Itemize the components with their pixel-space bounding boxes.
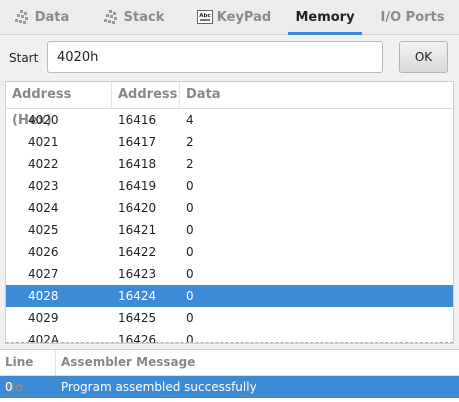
table-row[interactable]: 4020 16416 4 — [6, 109, 453, 131]
table-row[interactable]: 4026 16422 0 — [6, 241, 453, 263]
tab-keypad[interactable]: Abc KeyPad — [184, 0, 284, 34]
cell-address-hex: 4022 — [28, 157, 59, 171]
cell-data: 0 — [186, 289, 194, 303]
cell-data: 0 — [186, 245, 194, 259]
tab-stack[interactable]: Stack — [84, 0, 184, 34]
table-row[interactable]: 4023 16419 0 — [6, 175, 453, 197]
message-row-selected[interactable]: 0 Program assembled successfully — [0, 376, 459, 398]
cell-address-hex: 4027 — [28, 267, 59, 281]
cell-address-hex: 4021 — [28, 135, 59, 149]
tab-label: Memory — [295, 9, 355, 25]
column-header-address-hex[interactable]: Address (Hex) — [6, 82, 112, 128]
grid-dots-icon — [103, 10, 120, 24]
start-address-input[interactable] — [47, 41, 383, 73]
cell-address-hex: 4023 — [28, 179, 59, 193]
cell-address-hex: 4028 — [28, 289, 59, 303]
column-header-assembler-message[interactable]: Assembler Message — [56, 350, 459, 375]
tab-label: KeyPad — [216, 9, 272, 25]
cell-data: 2 — [186, 157, 194, 171]
memory-table[interactable]: Address (Hex) Address Data 4020 16416 4 … — [5, 81, 454, 344]
cell-address: 16422 — [118, 245, 157, 259]
cell-message: Program assembled successfully — [61, 380, 257, 394]
cell-data: 4 — [186, 113, 194, 127]
tab-memory[interactable]: Memory — [284, 0, 366, 35]
memory-table-header: Address (Hex) Address Data — [6, 82, 453, 128]
cell-data: 2 — [186, 135, 194, 149]
cell-address: 16418 — [118, 157, 157, 171]
table-row[interactable]: 4029 16425 0 — [6, 307, 453, 329]
ok-button[interactable]: OK — [399, 41, 448, 73]
message-table-header: Line No Assembler Message — [0, 350, 459, 394]
cell-address: 16420 — [118, 201, 157, 215]
cell-data: 0 — [186, 223, 194, 237]
table-row[interactable]: 4022 16418 2 — [6, 153, 453, 175]
tab-data[interactable]: Data — [0, 0, 84, 34]
cell-address: 16425 — [118, 311, 157, 325]
column-header-line-no[interactable]: Line No — [0, 350, 56, 394]
cell-address: 16417 — [118, 135, 157, 149]
cell-address: 16423 — [118, 267, 157, 281]
tab-label: Stack — [123, 9, 165, 25]
cell-address: 16421 — [118, 223, 157, 237]
cell-address-hex: 4020 — [28, 113, 59, 127]
cell-address: 16419 — [118, 179, 157, 193]
cell-address-hex: 4029 — [28, 311, 59, 325]
cell-address: 16416 — [118, 113, 157, 127]
assembler-message-table[interactable]: Line No Assembler Message 0 Program asse… — [0, 349, 459, 402]
memory-rows: 4020 16416 4 4021 16417 2 4022 16418 2 4… — [6, 109, 453, 343]
table-row[interactable]: 4027 16423 0 — [6, 263, 453, 285]
table-row[interactable]: 4025 16421 0 — [6, 219, 453, 241]
focus-dashed-border — [6, 341, 453, 343]
cell-address-hex: 4025 — [28, 223, 59, 237]
svg-text:Abc: Abc — [199, 13, 210, 19]
cell-line-no: 0 — [5, 380, 13, 394]
column-header-data[interactable]: Data — [180, 82, 453, 108]
cell-data: 0 — [186, 267, 194, 281]
tab-label: Data — [34, 9, 70, 25]
cell-data: 0 — [186, 179, 194, 193]
table-row[interactable]: 4021 16417 2 — [6, 131, 453, 153]
tab-io-ports[interactable]: I/O Ports — [366, 0, 459, 34]
grid-dots-icon — [14, 10, 31, 24]
tab-bar: Data Stack Abc KeyPad Memory I/O Ports — [0, 0, 459, 35]
cell-data: 0 — [186, 311, 194, 325]
keypad-abc-icon: Abc — [196, 10, 213, 24]
table-row[interactable]: 4024 16420 0 — [6, 197, 453, 219]
cell-address-hex: 4024 — [28, 201, 59, 215]
table-row-selected[interactable]: 4028 16424 0 — [6, 285, 453, 307]
cell-address: 16424 — [118, 289, 157, 303]
tab-label: I/O Ports — [380, 9, 445, 25]
cell-data: 0 — [186, 201, 194, 215]
cell-address-hex: 4026 — [28, 245, 59, 259]
start-label: Start — [9, 51, 39, 65]
column-header-address[interactable]: Address — [112, 82, 180, 108]
